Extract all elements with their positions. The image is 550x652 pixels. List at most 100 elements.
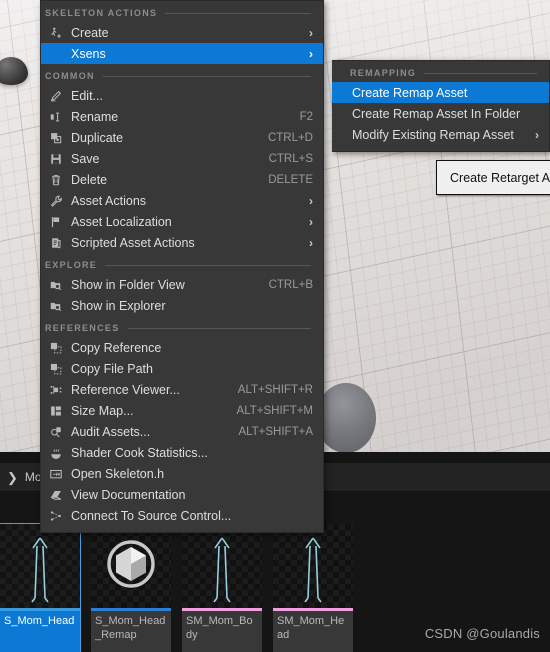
menu-section-header: EXPLORE [41,253,323,274]
menu-section-header: REFERENCES [41,316,323,337]
menu-item-label: Connect To Source Control... [71,508,232,523]
menu-item-shortcut: ALT+SHIFT+M [236,404,313,417]
menu-item-open-skeleton-h[interactable]: Open Skeleton.h [41,463,323,484]
copy-reference-icon [41,341,71,355]
menu-section-title: EXPLORE [45,260,98,270]
menu-bottom-padding [41,526,323,532]
flag-icon [41,215,71,229]
menu-item-show-in-folder-view[interactable]: Show in Folder View CTRL+B [41,274,323,295]
menu-item-edit[interactable]: Edit... [41,85,323,106]
context-menu[interactable]: SKELETON ACTIONS Create › Xsens › COMMON Edit.… [40,0,324,533]
asset-tile[interactable]: SM_Mom_Body [182,524,262,652]
menu-item-shortcut: DELETE [268,173,313,186]
asset-label: SM_Mom_Head [277,615,345,641]
source-control-icon [41,509,71,523]
asset-tile[interactable]: SM_Mom_Head [273,524,353,652]
menu-item-label: Create [71,25,109,40]
chevron-right-icon: › [309,214,313,229]
asset-thumbnail[interactable] [273,524,353,608]
menu-item-label: Duplicate [71,130,124,145]
submenu-item-modify-existing-remap-asset[interactable]: Modify Existing Remap Asset › [332,124,549,145]
submenu-item-create-remap-asset-in-folder[interactable]: Create Remap Asset In Folder [332,103,549,124]
menu-item-label: Shader Cook Statistics... [71,445,208,460]
audit-icon [41,425,71,439]
size-map-icon [41,404,71,418]
skeleton-thumb-icon [213,537,231,603]
menu-item-label: Size Map... [71,403,134,418]
submenu-xsens[interactable]: REMAPPING Create Remap Asset Create Remap … [332,60,550,152]
menu-item-audit-assets[interactable]: Audit Assets... ALT+SHIFT+A [41,421,323,442]
trash-icon [41,173,71,187]
menu-item-create[interactable]: Create › [41,22,323,43]
copy-path-icon [41,362,71,376]
submenu-section-header: REMAPPING [332,61,549,82]
asset-thumbnail[interactable] [0,524,80,608]
reference-viewer-icon [41,383,71,397]
menu-item-label: Edit... [71,88,103,103]
menu-item-label: View Documentation [71,487,186,502]
skeleton-create-icon [41,26,71,40]
menu-section-header: SKELETON ACTIONS [41,1,323,22]
divider [165,12,311,14]
divider [424,72,537,74]
menu-item-copy-reference[interactable]: Copy Reference [41,337,323,358]
open-header-icon [41,467,71,481]
tooltip-text: Create Retarget Ass [450,170,550,185]
menu-item-size-map[interactable]: Size Map... ALT+SHIFT+M [41,400,323,421]
menu-item-connect-to-source-control[interactable]: Connect To Source Control... [41,505,323,526]
menu-item-label: Scripted Asset Actions [71,235,195,250]
menu-section-title: COMMON [45,71,95,81]
menu-item-asset-actions[interactable]: Asset Actions › [41,190,323,211]
menu-item-label: Show in Folder View [71,277,185,292]
menu-item-shortcut: CTRL+S [268,152,313,165]
menu-item-label: Copy Reference [71,340,162,355]
documentation-icon [41,488,71,502]
asset-thumbnail[interactable] [91,524,171,608]
menu-item-label: Copy File Path [71,361,153,376]
menu-section-title: REFERENCES [45,323,120,333]
viewport-object-blob[interactable] [316,383,376,452]
menu-item-delete[interactable]: Delete DELETE [41,169,323,190]
chevron-right-icon: › [309,25,313,40]
menu-item-copy-file-path[interactable]: Copy File Path [41,358,323,379]
script-icon [41,236,71,250]
divider [102,75,311,77]
asset-tile[interactable]: S_Mom_Head [0,523,81,652]
pencil-icon [41,89,71,103]
menu-item-xsens[interactable]: Xsens › [41,43,323,64]
menu-item-rename[interactable]: Rename F2 [41,106,323,127]
duplicate-icon [41,131,71,145]
menu-item-shortcut: ALT+SHIFT+A [238,425,313,438]
menu-item-label: Asset Localization [71,214,172,229]
shader-cook-icon [41,446,71,460]
asset-label: S_Mom_Head [4,615,75,627]
static-mesh-thumb-icon [107,540,155,588]
menu-item-label: Rename [71,109,119,124]
chevron-right-icon: › [535,127,539,142]
menu-item-show-in-explorer[interactable]: Show in Explorer [41,295,323,316]
menu-section-header: COMMON [41,64,323,85]
menu-item-label: Show in Explorer [71,298,166,313]
folder-search-icon [41,299,71,313]
watermark: CSDN @Goulandis [424,626,540,641]
asset-tile[interactable]: S_Mom_Head_Remap [91,524,171,652]
menu-item-scripted-asset-actions[interactable]: Scripted Asset Actions › [41,232,323,253]
chevron-right-icon: › [309,235,313,250]
menu-item-save[interactable]: Save CTRL+S [41,148,323,169]
menu-item-view-documentation[interactable]: View Documentation [41,484,323,505]
asset-label: SM_Mom_Body [186,615,253,641]
submenu-item-create-remap-asset[interactable]: Create Remap Asset [332,82,549,103]
menu-item-asset-localization[interactable]: Asset Localization › [41,211,323,232]
menu-item-shortcut: CTRL+B [268,278,313,291]
menu-item-duplicate[interactable]: Duplicate CTRL+D [41,127,323,148]
asset-thumbnail[interactable] [182,524,262,608]
menu-item-reference-viewer[interactable]: Reference Viewer... ALT+SHIFT+R [41,379,323,400]
skeleton-thumb-icon [31,537,49,603]
menu-item-shortcut: ALT+SHIFT+R [237,383,313,396]
menu-item-label: Save [71,151,100,166]
chevron-right-icon[interactable]: ❯ [4,471,25,484]
chevron-right-icon: › [309,193,313,208]
skeleton-thumb-icon [304,537,322,603]
menu-item-shader-cook-statistics[interactable]: Shader Cook Statistics... [41,442,323,463]
menu-item-shortcut: F2 [299,110,313,123]
